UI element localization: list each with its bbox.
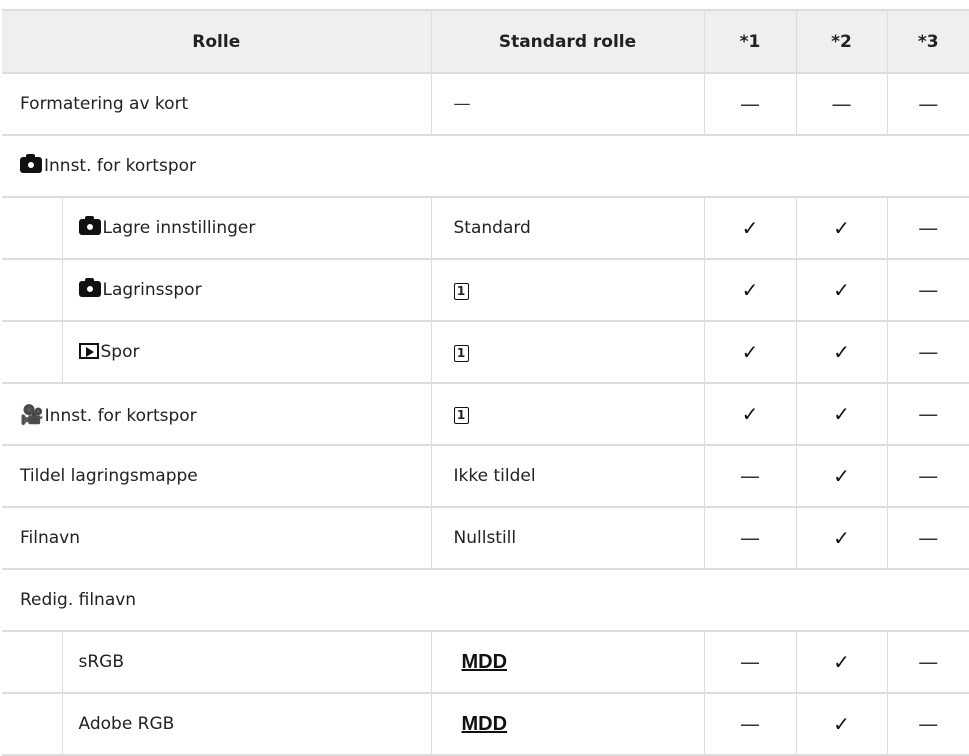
mdd-link[interactable]: MDD (454, 651, 508, 673)
row-col-1: — (703, 507, 796, 570)
row-col-2: ✓ (795, 631, 887, 694)
row-label: Filnavn (2, 507, 431, 570)
row-default: 1 (430, 259, 704, 322)
row-label: Lagre innstillinger (102, 218, 256, 238)
row-label-cell: Lagrinsspor (61, 259, 431, 322)
table-row: Lagrinsspor 1 ✓ ✓ — (2, 259, 969, 322)
row-col-2: ✓ (795, 507, 887, 570)
indent-cell (2, 259, 63, 322)
table-row: Formatering av kort — — — — (2, 73, 969, 136)
header-role: Rolle (2, 9, 431, 74)
header-default: Standard rolle (430, 9, 704, 74)
row-col-3: — (886, 321, 969, 384)
row-default: MDD (430, 693, 704, 756)
table-row: sRGB MDD — ✓ — (2, 631, 969, 694)
row-default: Nullstill (430, 507, 704, 570)
row-label: Spor (100, 342, 140, 362)
row-col-3: — (886, 693, 969, 756)
camera-icon (78, 216, 101, 235)
row-col-2: ✓ (795, 321, 887, 384)
row-default: MDD (430, 631, 704, 694)
row-col-1: — (703, 445, 796, 508)
row-col-2: ✓ (795, 693, 887, 756)
camera-icon (78, 278, 101, 297)
row-default: Ikke tildel (430, 445, 704, 508)
row-label-cell: Innst. for kortspor (2, 135, 969, 198)
header-col-2: *2 (795, 9, 887, 74)
row-col-1: ✓ (703, 321, 796, 384)
card-slot-1-icon: 1 (453, 283, 469, 300)
table-header-row: Rolle Standard rolle *1 *2 *3 (2, 9, 969, 74)
row-col-2: — (795, 73, 887, 136)
header-col-1: *1 (703, 9, 796, 74)
playback-icon (78, 343, 99, 359)
table-row: 🎥Innst. for kortspor 1 ✓ ✓ — (2, 383, 969, 446)
table-row: Spor 1 ✓ ✓ — (2, 321, 969, 384)
row-col-3: — (886, 73, 969, 136)
table-row: Tildel lagringsmappe Ikke tildel — ✓ — (2, 445, 969, 508)
row-label: Adobe RGB (61, 693, 431, 756)
row-default: 1 (430, 321, 704, 384)
row-col-1: ✓ (703, 259, 796, 322)
row-col-3: — (886, 197, 969, 260)
table-row-group-header: Innst. for kortspor (2, 135, 969, 198)
header-col-3: *3 (886, 9, 969, 74)
row-default: Standard (430, 197, 704, 260)
row-label-cell: Lagre innstillinger (61, 197, 431, 260)
row-col-2: ✓ (795, 445, 887, 508)
row-label: Formatering av kort (2, 73, 431, 136)
row-col-2: ✓ (795, 383, 887, 446)
row-label-cell: Spor (61, 321, 431, 384)
row-col-1: — (703, 693, 796, 756)
row-label: Lagrinsspor (102, 280, 202, 300)
row-label: Tildel lagringsmappe (2, 445, 431, 508)
table-row: Filnavn Nullstill — ✓ — (2, 507, 969, 570)
row-col-2: ✓ (795, 259, 887, 322)
row-default: — (430, 73, 704, 136)
table-row: Adobe RGB MDD — ✓ — (2, 693, 969, 756)
row-col-1: ✓ (703, 383, 796, 446)
row-col-1: ✓ (703, 197, 796, 260)
row-col-3: — (886, 631, 969, 694)
row-col-3: — (886, 383, 969, 446)
row-label-cell: 🎥Innst. for kortspor (2, 383, 431, 446)
row-label: Innst. for kortspor (44, 405, 197, 426)
row-default: 1 (430, 383, 704, 446)
card-slot-1-icon: 1 (453, 407, 469, 424)
row-label: sRGB (61, 631, 431, 694)
indent-cell (2, 631, 63, 694)
row-col-1: — (703, 631, 796, 694)
row-col-3: — (886, 507, 969, 570)
mdd-link[interactable]: MDD (454, 713, 508, 735)
indent-cell (2, 693, 63, 756)
movie-icon: 🎥 (20, 403, 44, 426)
indent-cell (2, 197, 63, 260)
table-row-group-header: Redig. filnavn (2, 569, 969, 632)
card-slot-1-icon: 1 (453, 345, 469, 362)
camera-icon (20, 154, 42, 173)
row-label: Innst. for kortspor (44, 156, 197, 176)
row-col-2: ✓ (795, 197, 887, 260)
settings-table: Rolle Standard rolle *1 *2 *3 Formaterin… (2, 9, 969, 756)
indent-cell (2, 321, 63, 384)
row-col-1: — (703, 73, 796, 136)
row-col-3: — (886, 259, 969, 322)
table-row: Lagre innstillinger Standard ✓ ✓ — (2, 197, 969, 260)
row-col-3: — (886, 445, 969, 508)
row-label: Redig. filnavn (2, 569, 969, 632)
